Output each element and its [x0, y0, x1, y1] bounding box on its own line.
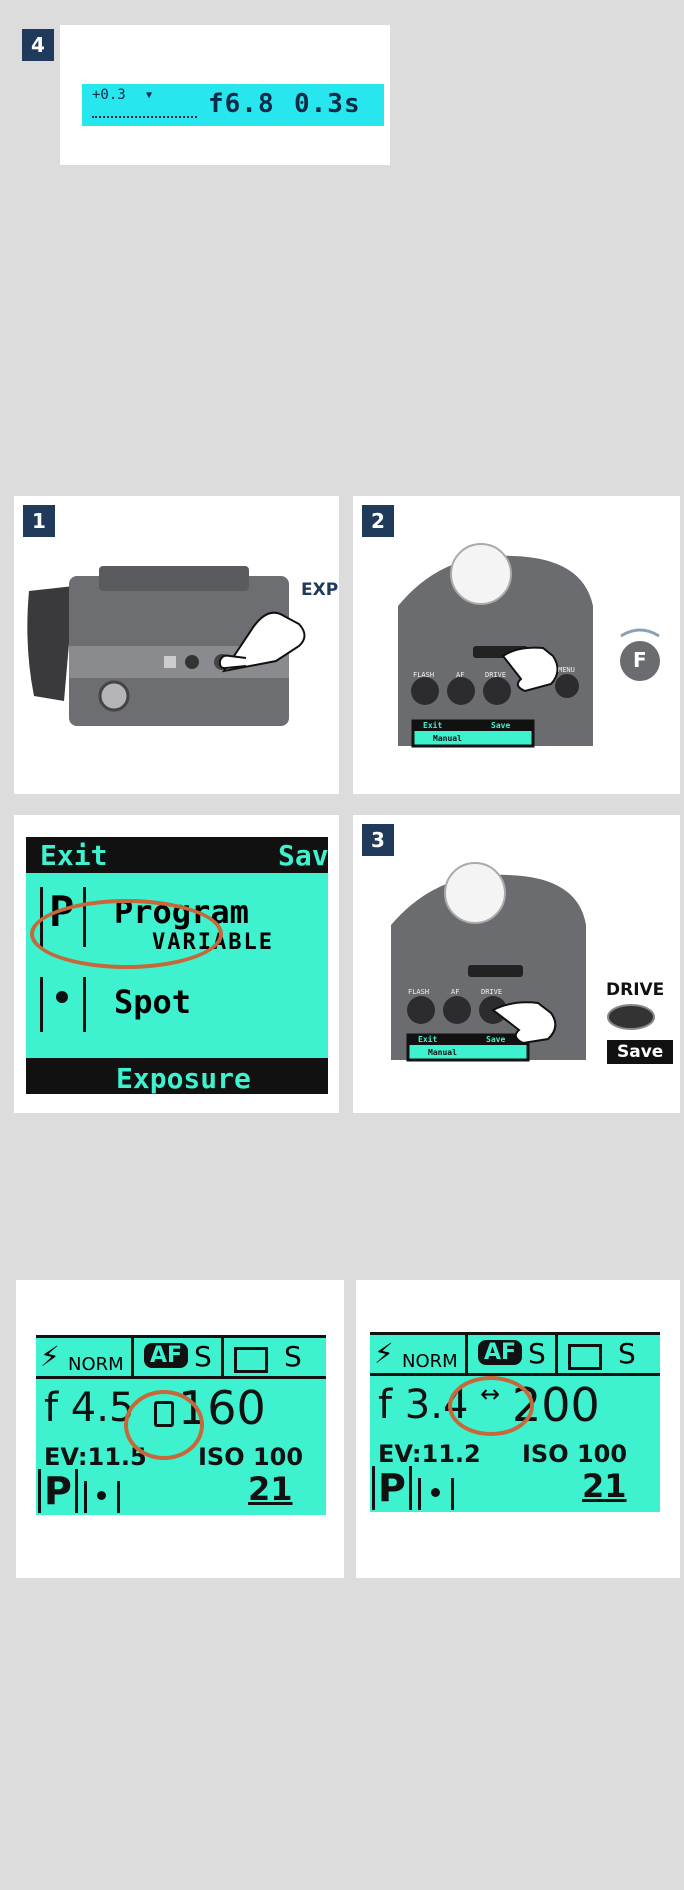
highlight-ring: [124, 1390, 204, 1460]
lcd-header-save: Sav: [278, 839, 328, 872]
mini-screen-exit: Exit: [418, 1035, 438, 1044]
save-label: Save: [607, 1040, 674, 1064]
lcd-menu-screen: Exit Sav P Program VARIABLE Spot Exposur…: [26, 837, 328, 1094]
figure-panel-lcd-left: ⚡ NORM AF S S f 4.5 160 EV:11.5 ISO 100 …: [16, 1280, 344, 1578]
lcd-header-exit: Exit: [40, 839, 108, 872]
step-badge: 4: [22, 29, 54, 61]
drive-button-callout: DRIVE: [606, 980, 665, 1000]
drive-mode: S: [618, 1337, 636, 1370]
lcd-footer-title: Exposure: [116, 1062, 251, 1094]
menu-item-spot: Spot: [114, 983, 192, 1021]
flash-icon: ⚡: [40, 1340, 60, 1373]
flash-mode-label: NORM: [68, 1354, 124, 1375]
viewfinder-display-strip: +0.3 ▼ f6.8 0.3s: [82, 84, 384, 126]
button-label-drive: DRIVE: [481, 988, 503, 996]
button-label-flash: FLASH: [413, 671, 435, 679]
drive-mode: S: [284, 1340, 302, 1373]
iso-value: ISO 100: [522, 1440, 628, 1468]
ev-value: EV:11.2: [378, 1440, 481, 1468]
frames-remaining: 21: [248, 1470, 293, 1508]
drive-frame-icon: [234, 1347, 268, 1373]
af-mode: S: [194, 1340, 212, 1373]
highlight-ring: [448, 1376, 534, 1436]
function-dial-icon: F: [633, 648, 647, 672]
camera-top-illustration: [391, 862, 655, 1062]
shutter-value: 0.3s: [294, 89, 361, 119]
iso-value: ISO 100: [198, 1443, 304, 1471]
drive-frame-icon: [568, 1344, 602, 1370]
exposure-scale: [92, 108, 197, 118]
camera-grip-illustration: [27, 566, 306, 726]
mini-screen-save: Save: [491, 721, 511, 730]
mini-screen-exit: Exit: [423, 721, 443, 730]
button-label-af: AF: [451, 988, 460, 996]
exposure-mode: P: [38, 1469, 78, 1513]
mini-screen-save: Save: [486, 1035, 506, 1044]
figure-panel-lcd-right: ⚡ NORM AF S S f 3.4 ↔ 200 EV:11.2 ISO 10…: [356, 1280, 680, 1578]
mini-screen-mode: Manual: [428, 1048, 457, 1057]
button-label-flash: FLASH: [408, 988, 430, 996]
af-badge: AF: [478, 1340, 523, 1365]
lcd-top-row: ⚡ NORM AF S S: [370, 1332, 660, 1376]
highlight-ring: [30, 899, 223, 969]
exposure-compensation: +0.3: [92, 87, 126, 103]
figure-panel-exposure-strip: 4 +0.3 ▼ f6.8 0.3s: [22, 25, 390, 165]
figure-panel-step-1: 1 EXP: [14, 496, 339, 794]
lcd-footer-bar: Exposure: [26, 1058, 328, 1094]
figure-panel-step-3: 3 DRIVE Save FLASH AF DRIVE Exit Save Ma…: [353, 815, 680, 1113]
figure-panel-exposure-menu: Exit Sav P Program VARIABLE Spot Exposur…: [14, 815, 339, 1113]
spot-mode-icon: [40, 977, 86, 1032]
button-label-af: AF: [456, 671, 465, 679]
aperture-value: f 4.5: [44, 1385, 135, 1431]
flash-mode-label: NORM: [402, 1351, 458, 1372]
ev-value: EV:11.5: [44, 1443, 147, 1471]
metering-icon: [418, 1478, 454, 1510]
lcd-top-row: ⚡ NORM AF S S: [36, 1335, 326, 1379]
camera-top-illustration: [398, 543, 660, 748]
lcd-header-bar: Exit Sav: [26, 837, 328, 873]
comp-marker-icon: ▼: [146, 90, 153, 101]
button-label-menu: MENU: [558, 666, 575, 674]
af-badge: AF: [144, 1343, 189, 1368]
figure-panel-step-2: 2 F FLASH AF DRIVE MENU Exit Save Manual: [353, 496, 680, 794]
exposure-mode: P: [372, 1466, 412, 1510]
exp-button-callout: EXP: [301, 580, 339, 600]
mini-screen-mode: Manual: [433, 734, 462, 743]
frames-remaining: 21: [582, 1467, 627, 1505]
metering-icon: [84, 1481, 120, 1513]
button-label-drive: DRIVE: [485, 671, 507, 679]
flash-icon: ⚡: [374, 1337, 394, 1370]
af-mode: S: [528, 1337, 546, 1370]
aperture-value: f6.8: [208, 89, 275, 119]
